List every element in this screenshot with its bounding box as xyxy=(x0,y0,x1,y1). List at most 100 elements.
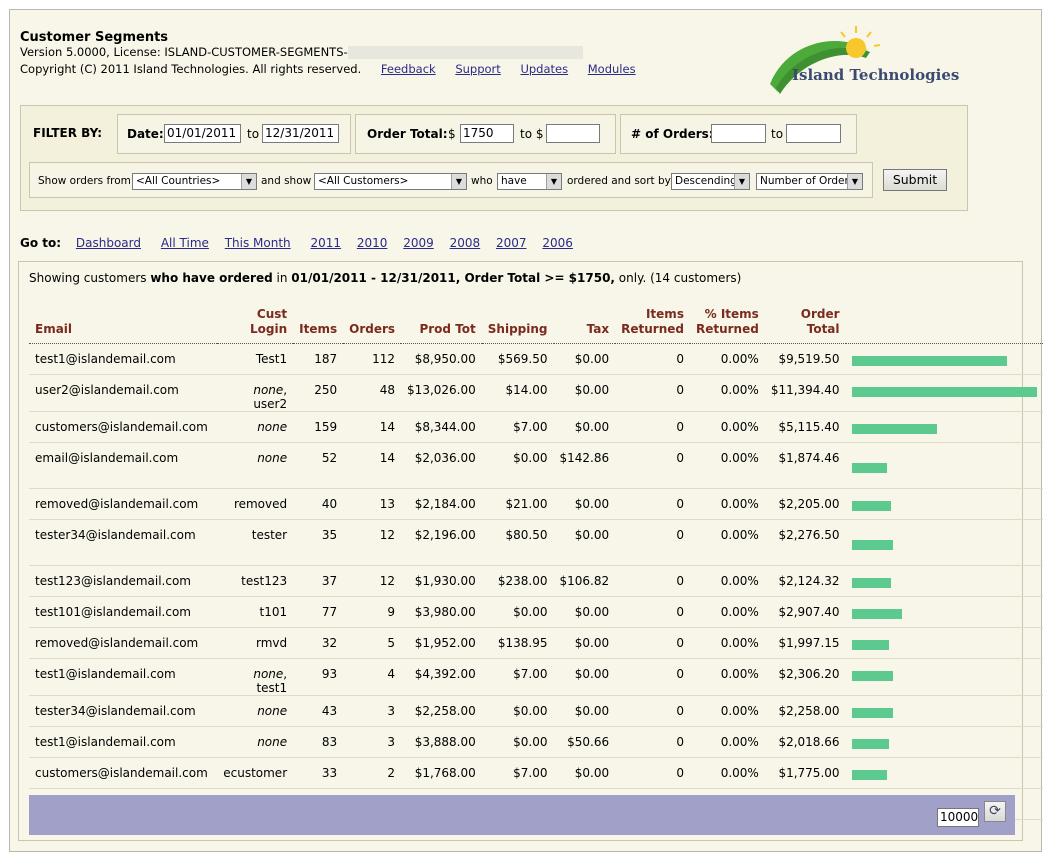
col-prod-tot[interactable]: Prod Tot xyxy=(401,307,482,344)
login-value: ecustomer xyxy=(223,766,288,780)
login-cell: none, test1 xyxy=(217,658,294,696)
table-row: customers@islandemail.com none 159 14 $8,344… xyxy=(29,411,1043,443)
show-orders-from-label: Show orders from xyxy=(38,175,131,187)
email-cell: email@islandemail.com xyxy=(29,442,218,489)
order-total-cell: $1,775.00 xyxy=(764,757,846,789)
col-bar xyxy=(845,307,1043,344)
login-cell: none xyxy=(217,411,294,443)
col-items-returned[interactable]: Items Returned xyxy=(615,307,690,344)
goto-2009-link[interactable]: 2009 xyxy=(403,236,434,250)
items-returned-cell: 0 xyxy=(615,442,690,489)
order-total-bar xyxy=(851,671,893,681)
goto-2010-link[interactable]: 2010 xyxy=(357,236,388,250)
country-select[interactable]: <All Countries> ▼ xyxy=(132,173,257,190)
col-orders[interactable]: Orders xyxy=(343,307,402,344)
support-link[interactable]: Support xyxy=(455,62,500,76)
order-total-cell: $11,394.40 xyxy=(764,374,846,412)
shipping-cell: $0.00 xyxy=(481,596,554,628)
sort-field-select[interactable]: Number of Orders ▼ xyxy=(756,173,863,190)
order-total-cell: $2,306.20 xyxy=(764,658,846,696)
login-none: none xyxy=(257,420,288,434)
order-total-to-input[interactable] xyxy=(546,124,600,143)
col-email[interactable]: Email xyxy=(29,307,218,344)
login-none: none xyxy=(253,667,284,681)
table-row: tester34@islandemail.com none 43 3 $2,258.00… xyxy=(29,695,1043,727)
col-cust-login[interactable]: Cust Login xyxy=(217,307,294,344)
table-row: test123@islandemail.com test123 37 12 $1,930… xyxy=(29,565,1043,597)
date-from-input[interactable]: 01/01/2011 xyxy=(164,124,241,143)
updates-link[interactable]: Updates xyxy=(520,62,568,76)
have-select[interactable]: have ▼ xyxy=(497,173,562,190)
order-total-cell: $2,018.66 xyxy=(764,726,846,758)
orders-cell: 112 xyxy=(343,343,402,375)
date-label: Date: xyxy=(127,127,164,141)
goto-2007-link[interactable]: 2007 xyxy=(496,236,527,250)
filter-panel: FILTER BY: Date: 01/01/2011 to 12/31/201… xyxy=(20,105,968,211)
prod-tot-cell: $1,930.00 xyxy=(401,565,482,597)
login-cell: test123 xyxy=(217,565,294,597)
bar-cell xyxy=(845,726,1043,758)
shipping-cell: $138.95 xyxy=(481,627,554,659)
email-cell: removed@islandemail.com xyxy=(29,488,218,520)
login-cell: removed xyxy=(217,488,294,520)
login-value: tester xyxy=(251,528,288,542)
goto-2011-link[interactable]: 2011 xyxy=(311,236,342,250)
sort-order-select[interactable]: Descending ▼ xyxy=(671,173,750,190)
pct-returned-cell: 0.00% xyxy=(689,757,765,789)
submit-button[interactable]: Submit xyxy=(883,169,947,191)
num-orders-to-input[interactable] xyxy=(786,124,841,143)
login-none: none xyxy=(253,383,284,397)
items-cell: 83 xyxy=(293,726,344,758)
col-tax[interactable]: Tax xyxy=(553,307,616,344)
login-cell: tester xyxy=(217,519,294,566)
order-total-filter-group: Order Total: $ 1750 to $ xyxy=(355,114,616,154)
customer-select[interactable]: <All Customers> ▼ xyxy=(314,173,467,190)
items-returned-cell: 0 xyxy=(615,565,690,597)
num-orders-from-input[interactable] xyxy=(711,124,766,143)
col-shipping[interactable]: Shipping xyxy=(481,307,554,344)
date-to-input[interactable]: 12/31/2011 xyxy=(262,124,339,143)
login-cell: ecustomer xyxy=(217,757,294,789)
email-cell: test101@islandemail.com xyxy=(29,596,218,628)
sort-order-value: Descending xyxy=(675,175,737,187)
email-cell: test1@islandemail.com xyxy=(29,343,218,375)
page-size-input[interactable]: 10000 xyxy=(937,808,979,827)
login-cell: Test1 xyxy=(217,343,294,375)
orders-cell: 3 xyxy=(343,695,402,727)
tax-cell: $0.00 xyxy=(553,658,616,696)
bar-cell xyxy=(845,658,1043,696)
prod-tot-cell: $8,950.00 xyxy=(401,343,482,375)
date-filter-group: Date: 01/01/2011 to 12/31/2011 xyxy=(117,114,351,154)
order-total-from-input[interactable]: 1750 xyxy=(460,124,514,143)
col-pct-items-returned[interactable]: % Items Returned xyxy=(689,307,765,344)
items-returned-cell: 0 xyxy=(615,726,690,758)
shipping-cell: $7.00 xyxy=(481,658,554,696)
customer-select-value: <All Customers> xyxy=(318,175,409,187)
modules-link[interactable]: Modules xyxy=(588,62,636,76)
refresh-icon[interactable]: ⟳ xyxy=(984,801,1006,822)
copyright-line: Copyright (C) 2011 Island Technologies. … xyxy=(20,62,636,76)
col-items[interactable]: Items xyxy=(293,307,344,344)
table-row: test1@islandemail.com none, test1 93 4 $4,39… xyxy=(29,658,1043,696)
version-line: Version 5.0000, License: ISLAND-CUSTOMER… xyxy=(20,45,583,59)
prod-tot-cell: $2,258.00 xyxy=(401,695,482,727)
order-total-bar xyxy=(851,356,1007,366)
goto-this-month-link[interactable]: This Month xyxy=(225,236,291,250)
order-total-cell: $1,874.46 xyxy=(764,442,846,489)
goto-dashboard-link[interactable]: Dashboard xyxy=(76,236,141,250)
feedback-link[interactable]: Feedback xyxy=(381,62,436,76)
prod-tot-cell: $2,036.00 xyxy=(401,442,482,489)
prod-tot-cell: $2,196.00 xyxy=(401,519,482,566)
email-cell: customers@islandemail.com xyxy=(29,757,218,789)
goto-2008-link[interactable]: 2008 xyxy=(450,236,481,250)
table-row: removed@islandemail.com removed 40 13 $2,184… xyxy=(29,488,1043,520)
ordered-sort-label: ordered and sort by xyxy=(567,175,671,187)
goto-all-time-link[interactable]: All Time xyxy=(161,236,209,250)
items-returned-cell: 0 xyxy=(615,519,690,566)
bar-cell xyxy=(845,695,1043,727)
goto-2006-link[interactable]: 2006 xyxy=(542,236,573,250)
col-order-total[interactable]: Order Total xyxy=(764,307,846,344)
summary-prefix: Showing customers xyxy=(29,271,151,285)
items-cell: 77 xyxy=(293,596,344,628)
items-returned-cell: 0 xyxy=(615,596,690,628)
